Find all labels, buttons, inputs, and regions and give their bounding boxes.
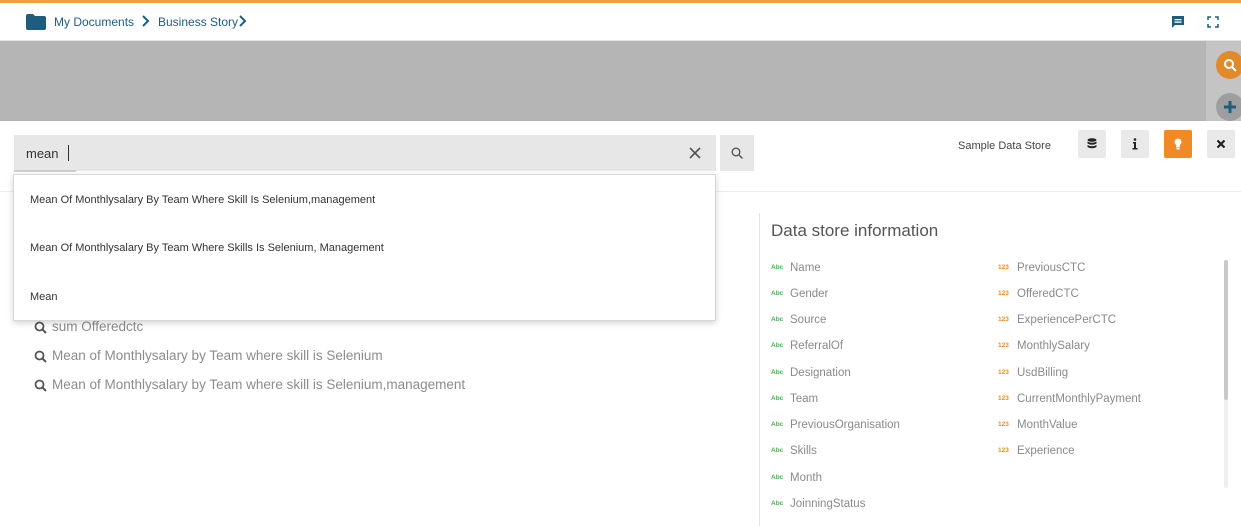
- search-underline: [14, 170, 76, 172]
- search-icon: [34, 321, 47, 334]
- right-rail: [1206, 41, 1241, 121]
- close-icon[interactable]: [686, 144, 704, 162]
- database-icon: [1087, 138, 1097, 149]
- chevron-right-icon: [239, 15, 247, 27]
- search-icon: [731, 147, 743, 159]
- search-input[interactable]: [14, 135, 674, 171]
- text-type-icon: Abc: [771, 500, 784, 507]
- text-type-icon: Abc: [771, 369, 784, 376]
- text-caret: [68, 145, 69, 161]
- numeric-type-icon: 123: [998, 369, 1009, 376]
- breadcrumb-my-documents[interactable]: My Documents: [54, 15, 134, 29]
- insights-button[interactable]: [1164, 130, 1192, 158]
- breadcrumb-business-story[interactable]: Business Story: [158, 15, 238, 29]
- text-type-icon: Abc: [771, 474, 784, 481]
- text-type-icon: Abc: [771, 447, 784, 454]
- numeric-type-icon: 123: [998, 290, 1009, 297]
- text-type-icon: Abc: [771, 421, 784, 428]
- search-box: [14, 135, 716, 171]
- rail-add-button[interactable]: [1216, 93, 1241, 121]
- numeric-type-icon: 123: [998, 342, 1009, 349]
- data-store-button[interactable]: [1078, 130, 1106, 158]
- header-bar: My Documents Business Story: [0, 3, 1241, 41]
- suggestion-item[interactable]: Mean Of Monthlysalary By Team Where Skil…: [30, 242, 384, 254]
- comment-icon[interactable]: [1171, 15, 1185, 29]
- numeric-type-icon: 123: [998, 421, 1009, 428]
- history-item-text: sum Offeredctc: [52, 319, 144, 334]
- suggestion-item[interactable]: Mean: [30, 291, 58, 303]
- numeric-type-icon: 123: [998, 316, 1009, 323]
- text-type-icon: Abc: [771, 290, 784, 297]
- search-icon: [34, 350, 47, 363]
- lightbulb-icon: [1174, 138, 1182, 150]
- info-button[interactable]: [1121, 130, 1149, 158]
- scrollbar-thumb[interactable]: [1224, 260, 1228, 400]
- fullscreen-icon[interactable]: [1206, 15, 1220, 29]
- text-type-icon: Abc: [771, 264, 784, 271]
- folder-icon[interactable]: [26, 14, 46, 30]
- autocomplete-dropdown: Mean Of Monthlysalary By Team Where Skil…: [13, 174, 716, 321]
- history-item-text: Mean of Monthlysalary by Team where skil…: [52, 348, 383, 363]
- search-panel: Sample Data Store: [0, 121, 1241, 526]
- search-button[interactable]: [720, 135, 754, 171]
- search-icon: [34, 379, 47, 392]
- numeric-type-icon: 123: [998, 264, 1009, 271]
- search-icon: [1224, 59, 1237, 72]
- data-store-info-panel: Data store information Abc Name Abc Gender…: [759, 213, 1241, 526]
- plus-icon: [1224, 101, 1236, 113]
- text-type-icon: Abc: [771, 342, 784, 349]
- close-icon: [1216, 139, 1226, 149]
- close-panel-button[interactable]: [1207, 130, 1235, 158]
- info-icon: [1132, 138, 1138, 150]
- chevron-right-icon: [142, 15, 150, 27]
- overlay-backdrop: [0, 41, 1206, 121]
- data-store-info-title: Data store information: [771, 221, 939, 240]
- rail-search-button[interactable]: [1216, 51, 1241, 79]
- numeric-type-icon: 123: [998, 447, 1009, 454]
- numeric-type-icon: 123: [998, 395, 1009, 402]
- data-store-name: Sample Data Store: [958, 140, 1051, 152]
- suggestion-item[interactable]: Mean Of Monthlysalary By Team Where Skil…: [30, 194, 375, 206]
- text-type-icon: Abc: [771, 316, 784, 323]
- text-type-icon: Abc: [771, 395, 784, 402]
- history-item-text: Mean of Monthlysalary by Team where skil…: [52, 377, 466, 392]
